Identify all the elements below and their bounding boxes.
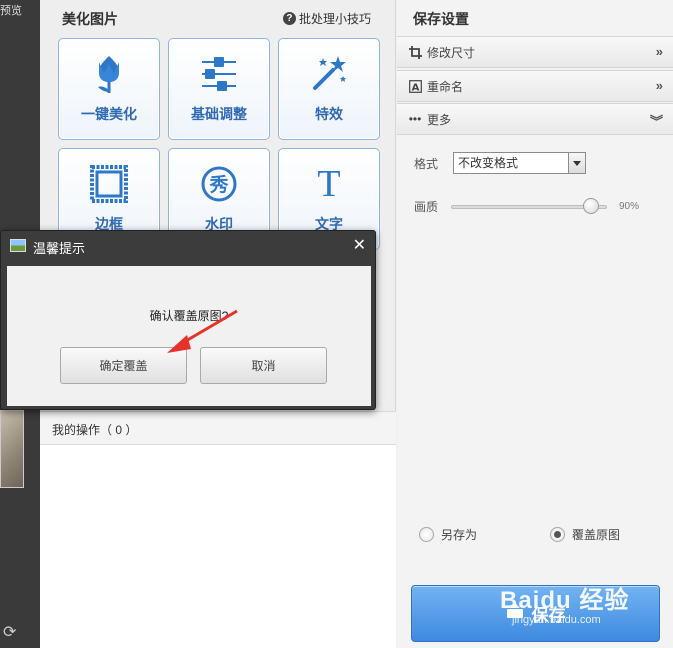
panel-title: 美化图片 [62,11,118,27]
image-thumbnail[interactable] [0,410,24,488]
rename-icon: A [408,79,422,93]
tool-effects[interactable]: 特效 [278,38,380,140]
save-settings-title: 保存设置 [413,11,469,27]
resize-label: 修改尺寸 [427,45,476,60]
quality-slider-handle[interactable] [583,198,600,214]
radio-save-as-label: 另存为 [441,528,478,542]
radio-overwrite-label: 覆盖原图 [572,528,621,542]
tool-label: 一键美化 [81,106,137,122]
operations-header: 我的操作（ 0 ） [40,411,396,445]
svg-text:A: A [411,82,419,93]
sliders-icon [169,53,269,95]
text-icon: T [317,163,341,205]
radio-save-as[interactable]: 另存为 [419,526,477,543]
more-label: 更多 [427,112,452,127]
image-icon [10,239,26,252]
radio-button [550,527,565,542]
more-icon: ••• [408,112,422,126]
format-select[interactable]: 不改变格式 [453,152,586,174]
rename-label: 重命名 [427,79,464,94]
tulip-icon [59,53,159,95]
format-value: 不改变格式 [458,156,519,170]
radio-button [419,527,434,542]
chevron-right-icon: » [655,78,663,93]
chevron-right-icon: » [655,44,663,59]
chevron-down-icon: ︾ [649,114,663,129]
close-icon[interactable]: ✕ [353,235,366,255]
tool-label: 基础调整 [191,106,247,122]
watermark-icon: 秀 [169,163,269,205]
annotation-arrow-icon [167,309,238,353]
magic-wand-icon [279,53,379,95]
tool-label: 特效 [315,106,343,122]
help-icon: ? [282,12,296,25]
crop-icon [408,45,422,59]
batch-tips-label: 批处理小技巧 [298,12,371,26]
operations-list [40,445,396,648]
preview-label[interactable]: 预览 [0,2,22,18]
watermark-brand: Baidu 经验 [500,587,630,614]
resize-row[interactable]: 修改尺寸 » [397,36,673,68]
frame-icon [59,163,159,205]
rename-row[interactable]: A 重命名 » [397,70,673,102]
rotate-icon[interactable]: ⟳ [3,622,16,642]
dropdown-arrow-icon [568,153,585,173]
quality-label: 画质 [414,200,439,214]
svg-text:秀: 秀 [208,174,229,196]
operations-label: 我的操作（ 0 ） [52,423,138,437]
tool-one-click-beautify[interactable]: 一键美化 [58,38,160,140]
radio-overwrite[interactable]: 覆盖原图 [550,526,620,543]
tool-basic-adjust[interactable]: 基础调整 [168,38,270,140]
batch-tips-link[interactable]: ? 批处理小技巧 [282,10,371,27]
more-row[interactable]: ••• 更多 ︾ [397,103,673,135]
watermark-url: jingyan.baidu.com [512,614,601,626]
save-settings-panel: 保存设置 修改尺寸 » A 重命名 » ••• 更多 ︾ 格式 不改变格式 画质… [397,0,673,648]
quality-value: 90% [619,201,640,212]
dialog-title: 温馨提示 [33,241,86,256]
format-label: 格式 [414,157,439,171]
baidu-watermark: Baidu 经验 jingyan.baidu.com [500,580,630,626]
